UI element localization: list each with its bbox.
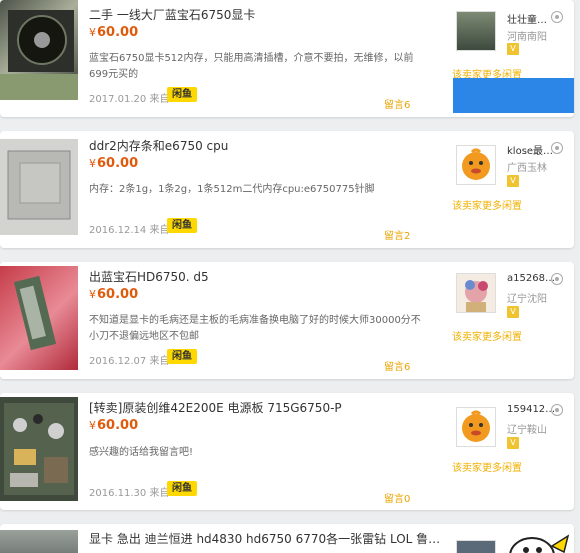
- listing-title[interactable]: 二手 一线大厂蓝宝石6750显卡: [89, 6, 255, 23]
- listing-thumbnail[interactable]: [0, 139, 78, 235]
- seller-level-icon: V: [507, 437, 519, 449]
- platform-badge: 闲鱼: [167, 218, 197, 233]
- listing-date: 2017.01.20 来自: [89, 94, 170, 105]
- default-avatar-icon: [462, 148, 490, 180]
- listing-description: 内存：2条1g，1条2g，1条512m二代内存cpu:e6750775针脚: [89, 184, 375, 195]
- seller-name[interactable]: klose最…: [507, 142, 553, 157]
- listing-card[interactable]: ddr2内存条和e6750 cpu ¥60.00 内存：2条1g，1条2g，1条…: [0, 131, 574, 248]
- listing-card[interactable]: 二手 一线大厂蓝宝石6750显卡 ¥60.00 蓝宝石6750显卡512内存，只…: [0, 0, 574, 117]
- listing-title[interactable]: ddr2内存条和e6750 cpu: [89, 137, 228, 154]
- seller-name[interactable]: 壮壮童…: [507, 11, 547, 26]
- listing-description: 感兴趣的话给我留言吧!: [89, 447, 194, 458]
- seller-avatar[interactable]: [456, 540, 496, 553]
- cpu-image: [7, 150, 71, 220]
- wangwang-chat-icon[interactable]: [551, 273, 563, 285]
- seller-location: 辽宁鞍山: [507, 425, 547, 436]
- seller-level-icon: V: [507, 306, 519, 318]
- seller-more-items-link[interactable]: 该卖家更多闲置: [452, 459, 522, 474]
- seller-photo: [465, 280, 488, 312]
- listing-description: 不知道是显卡的毛病还是主板的毛病准备换电脑了好的时候大师30000分不小刀不退偏…: [89, 315, 421, 342]
- listing-thumbnail[interactable]: [0, 266, 78, 370]
- listing-card[interactable]: [转卖]原装创维42E200E 电源板 715G6750-P ¥60.00 感兴…: [0, 393, 574, 510]
- seller-location: 广西玉林: [507, 163, 547, 174]
- seller-location: 辽宁沈阳: [507, 294, 547, 305]
- listing-thumbnail[interactable]: [0, 397, 78, 501]
- seller-more-items-link[interactable]: 该卖家更多闲置: [452, 328, 522, 343]
- default-avatar-icon: [462, 410, 490, 442]
- comment-count-link[interactable]: 留言0: [384, 490, 410, 505]
- platform-badge: 闲鱼: [167, 349, 197, 364]
- listing-title[interactable]: 出蓝宝石HD6750. d5: [89, 268, 209, 285]
- listing-date: 2016.11.30 来自: [89, 488, 170, 499]
- listing-price: ¥60.00: [89, 156, 139, 171]
- listing-description: 蓝宝石6750显卡512内存，只能用高清插槽，介意不要拍，无维修，以前699元买…: [89, 53, 414, 80]
- blue-overlay-block: [453, 78, 574, 113]
- power-board-image: [4, 403, 74, 495]
- listing-card[interactable]: 显卡 急出 迪兰恒进 hd4830 hd6750 6770各一张雷钻 LOL 鲁…: [0, 524, 574, 553]
- comment-count-link[interactable]: 留言6: [384, 96, 410, 111]
- seller-more-items-link[interactable]: 该卖家更多闲置: [452, 197, 522, 212]
- seller-level-icon: V: [507, 175, 519, 187]
- graphics-card-image: [0, 10, 78, 100]
- listing-thumbnail[interactable]: [0, 0, 78, 100]
- mascot-fish-icon: [509, 534, 570, 553]
- comment-count-link[interactable]: 留言2: [384, 227, 410, 242]
- seller-avatar[interactable]: [456, 407, 496, 447]
- seller-level-icon: V: [507, 43, 519, 55]
- listing-title[interactable]: 显卡 急出 迪兰恒进 hd4830 hd6750 6770各一张雷钻 LOL 鲁…: [89, 530, 440, 547]
- listing-price: ¥60.00: [89, 25, 139, 40]
- listing-date: 2016.12.07 来自: [89, 356, 170, 367]
- comment-count-link[interactable]: 留言6: [384, 358, 410, 373]
- seller-avatar[interactable]: [456, 11, 496, 51]
- seller-avatar[interactable]: [456, 145, 496, 185]
- graphics-card-image: [13, 275, 57, 351]
- seller-name[interactable]: 159412…: [507, 404, 555, 415]
- platform-badge: 闲鱼: [167, 87, 197, 102]
- listing-price: ¥60.00: [89, 287, 139, 302]
- platform-badge: 闲鱼: [167, 481, 197, 496]
- seller-name[interactable]: a15268…: [507, 273, 555, 284]
- wangwang-chat-icon[interactable]: [551, 142, 563, 154]
- listing-date: 2016.12.14 来自: [89, 225, 170, 236]
- wangwang-chat-icon[interactable]: [551, 11, 563, 23]
- wangwang-chat-icon[interactable]: [551, 404, 563, 416]
- listing-price: ¥60.00: [89, 418, 139, 433]
- listing-thumbnail[interactable]: [0, 530, 78, 553]
- seller-location: 河南南阳: [507, 32, 547, 43]
- listing-card[interactable]: 出蓝宝石HD6750. d5 ¥60.00 不知道是显卡的毛病还是主板的毛病准备…: [0, 262, 574, 379]
- listing-title[interactable]: [转卖]原装创维42E200E 电源板 715G6750-P: [89, 399, 342, 416]
- seller-avatar[interactable]: [456, 273, 496, 313]
